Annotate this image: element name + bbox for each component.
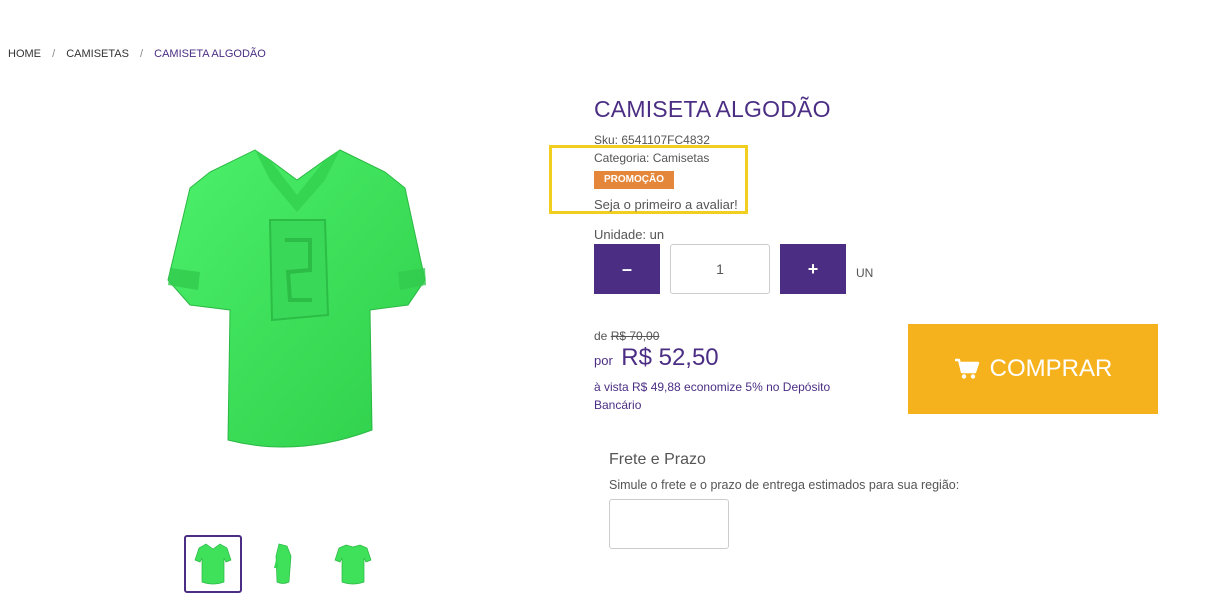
unit-suffix: UN	[856, 266, 874, 280]
tshirt-side-thumb-icon	[274, 543, 292, 584]
new-price: por R$ 52,50	[594, 344, 719, 372]
new-price-value: R$ 52,50	[621, 344, 719, 371]
old-price-value: R$ 70,00	[610, 329, 660, 343]
thumbnail-back[interactable]	[324, 535, 382, 593]
thumbnail-gallery	[184, 535, 394, 593]
breadcrumb-camisetas[interactable]: CAMISETAS	[66, 48, 129, 60]
old-price: de R$ 70,00	[594, 329, 659, 343]
breadcrumb-current[interactable]: CAMISETA ALGODÃO	[154, 48, 266, 60]
tshirt-back-thumb-icon	[334, 544, 372, 585]
quantity-increase-button[interactable]: +	[780, 244, 846, 294]
product-title: CAMISETA ALGODÃO	[594, 96, 831, 122]
promo-badge: PROMOÇÃO	[594, 171, 674, 189]
new-price-prefix: por	[594, 353, 613, 368]
thumbnail-side[interactable]	[254, 535, 312, 593]
thumbnail-front[interactable]	[184, 535, 242, 593]
breadcrumb: HOME / CAMISETAS / CAMISETA ALGODÃO	[8, 48, 266, 60]
zip-code-input[interactable]	[609, 499, 729, 549]
buy-button-label: COMPRAR	[989, 355, 1113, 382]
shipping-description: Simule o frete e o prazo de entrega esti…	[609, 478, 960, 492]
breadcrumb-separator: /	[140, 48, 144, 60]
old-price-prefix: de	[594, 329, 608, 343]
product-main-image[interactable]	[160, 140, 435, 455]
breadcrumb-separator: /	[52, 48, 56, 60]
quantity-input[interactable]	[670, 244, 770, 294]
buy-button[interactable]: COMPRAR	[908, 324, 1158, 414]
breadcrumb-home[interactable]: HOME	[8, 48, 41, 60]
cash-discount-note: à vista R$ 49,88 economize 5% no Depósit…	[594, 380, 831, 412]
quantity-decrease-button[interactable]: –	[594, 244, 660, 294]
tshirt-image	[167, 149, 426, 448]
unit-label: Unidade: un	[594, 227, 665, 242]
product-category: Categoria: Camisetas	[594, 151, 710, 165]
tshirt-front-thumb-icon	[194, 543, 232, 585]
review-prompt-link[interactable]: Seja o primeiro a avaliar!	[594, 197, 738, 212]
shipping-title: Frete e Prazo	[609, 451, 706, 468]
cart-icon	[954, 358, 979, 379]
